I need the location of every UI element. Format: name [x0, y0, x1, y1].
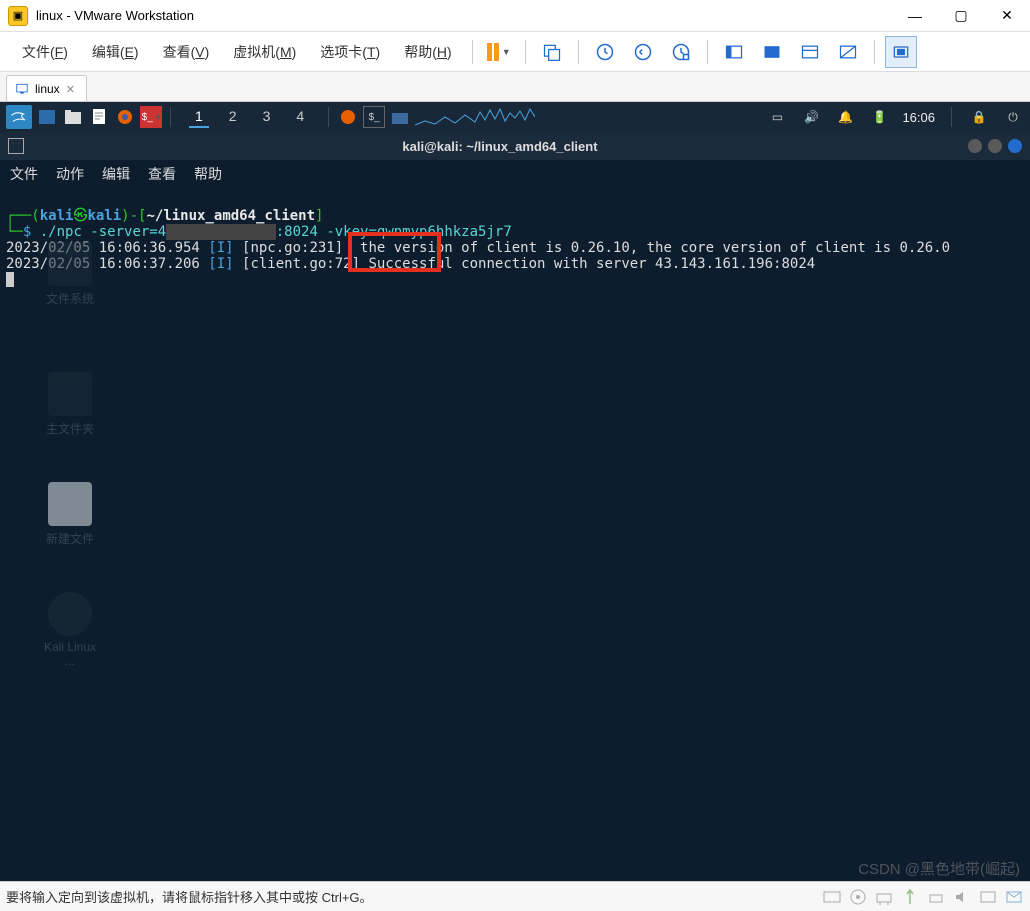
tab-linux[interactable]: linux ✕	[6, 75, 87, 101]
workspace-1[interactable]: 1	[189, 106, 209, 128]
sound-icon	[952, 888, 972, 906]
menu-tabs[interactable]: 选项卡(T)	[310, 38, 390, 66]
kali-dragon-icon	[10, 109, 28, 125]
term-menu-view[interactable]: 查看	[148, 164, 176, 184]
separator	[951, 107, 952, 127]
printer-icon	[926, 888, 946, 906]
terminal-menubar: 文件 动作 编辑 查看 帮助	[0, 160, 1030, 188]
snapshot-manager-button[interactable]	[665, 36, 697, 68]
disk-icon	[822, 888, 842, 906]
terminal-content[interactable]: ┌──(kali㉿kali)-[~/linux_amd64_client] └─…	[0, 188, 1030, 327]
separator	[525, 40, 526, 64]
terminal-task-button[interactable]: $_	[363, 106, 385, 128]
usb-icon	[900, 888, 920, 906]
menu-help[interactable]: 帮助(H)	[394, 38, 461, 66]
separator	[472, 40, 473, 64]
separator	[578, 40, 579, 64]
recording-icon[interactable]: ▭	[766, 106, 788, 128]
vmware-icon: ▣	[8, 6, 28, 26]
vm-display[interactable]: $_▾ 1 2 3 4 $_ ▭ 🔊 🔔 🔋 16:06 🔒 ⏻ k	[0, 102, 1030, 881]
kali-menu-button[interactable]	[6, 105, 32, 129]
file-manager-button[interactable]	[62, 106, 84, 128]
revert-snapshot-button[interactable]	[627, 36, 659, 68]
terminal-root-button[interactable]: $_▾	[140, 106, 162, 128]
unity-button[interactable]	[832, 36, 864, 68]
terminal-title: kali@kali: ~/linux_amd64_client	[32, 139, 968, 154]
menu-edit[interactable]: 编辑(E)	[82, 38, 149, 66]
console-view-button[interactable]	[718, 36, 750, 68]
tab-label: linux	[35, 82, 60, 96]
terminal-minimize-button[interactable]	[968, 139, 982, 153]
fullscreen-button[interactable]	[794, 36, 826, 68]
power-icon[interactable]: ⏻	[1002, 106, 1024, 128]
pause-vm-button[interactable]: ▼	[483, 36, 515, 68]
separator	[170, 107, 171, 127]
terminal-titlebar[interactable]: kali@kali: ~/linux_amd64_client	[0, 132, 1030, 160]
maximize-button[interactable]: ▢	[938, 0, 984, 32]
close-button[interactable]: ✕	[984, 0, 1030, 32]
files-task-button[interactable]	[389, 106, 411, 128]
window-title: linux - VMware Workstation	[36, 8, 892, 23]
pause-icon	[487, 43, 499, 61]
desktop-icon-home: 主文件夹	[40, 372, 100, 437]
separator	[874, 40, 875, 64]
show-desktop-button[interactable]	[36, 106, 58, 128]
thumbnail-view-button[interactable]	[756, 36, 788, 68]
vm-monitor-icon	[15, 82, 29, 96]
terminal-window: kali@kali: ~/linux_amd64_client 文件 动作 编辑…	[0, 132, 1030, 881]
terminal-icon	[8, 138, 24, 154]
notifications-icon[interactable]: 🔔	[834, 106, 856, 128]
cd-icon	[848, 888, 868, 906]
terminal-close-button[interactable]	[1008, 139, 1022, 153]
desktop-icon-kali: Kali Linux ...	[40, 592, 100, 668]
cursor	[6, 272, 14, 287]
highlight-box	[348, 232, 441, 272]
volume-icon[interactable]: 🔊	[800, 106, 822, 128]
chevron-down-icon: ▼	[502, 47, 511, 57]
menu-view[interactable]: 查看(V)	[153, 38, 220, 66]
statusbar-message: 要将输入定向到该虚拟机，请将鼠标指针移入其中或按 Ctrl+G。	[6, 887, 373, 906]
statusbar: 要将输入定向到该虚拟机，请将鼠标指针移入其中或按 Ctrl+G。	[0, 881, 1030, 911]
clock[interactable]: 16:06	[902, 110, 935, 125]
workspace-2[interactable]: 2	[223, 106, 243, 128]
lock-icon[interactable]: 🔒	[968, 106, 990, 128]
desktop-icon-newfile: 新建文件	[40, 482, 100, 547]
terminal-maximize-button[interactable]	[988, 139, 1002, 153]
firefox-task-button[interactable]	[337, 106, 359, 128]
separator	[328, 107, 329, 127]
screenshot-button[interactable]	[536, 36, 568, 68]
text-editor-button[interactable]	[88, 106, 110, 128]
term-menu-edit[interactable]: 编辑	[102, 164, 130, 184]
desktop-icon-trash: 文件系统	[40, 242, 100, 307]
titlebar: ▣ linux - VMware Workstation ― ▢ ✕	[0, 0, 1030, 32]
minimize-button[interactable]: ―	[892, 0, 938, 32]
separator	[707, 40, 708, 64]
workspace-switcher[interactable]: 1 2 3 4	[189, 106, 310, 128]
stretch-guest-button[interactable]	[885, 36, 917, 68]
workspace-4[interactable]: 4	[290, 106, 310, 128]
term-menu-file[interactable]: 文件	[10, 164, 38, 184]
menubar: 文件(F) 编辑(E) 查看(V) 虚拟机(M) 选项卡(T) 帮助(H) ▼	[0, 32, 1030, 72]
message-icon	[1004, 888, 1024, 906]
cpu-graph	[415, 107, 535, 127]
device-status-icons[interactable]	[822, 888, 1024, 906]
tab-close-button[interactable]: ✕	[66, 83, 78, 95]
firefox-button[interactable]	[114, 106, 136, 128]
battery-icon[interactable]: 🔋	[868, 106, 890, 128]
display-icon	[978, 888, 998, 906]
term-menu-help[interactable]: 帮助	[194, 164, 222, 184]
network-icon	[874, 888, 894, 906]
menu-vm[interactable]: 虚拟机(M)	[223, 38, 306, 66]
tabbar: linux ✕	[0, 72, 1030, 102]
term-menu-actions[interactable]: 动作	[56, 164, 84, 184]
kali-panel: $_▾ 1 2 3 4 $_ ▭ 🔊 🔔 🔋 16:06 🔒 ⏻	[0, 102, 1030, 132]
menu-file[interactable]: 文件(F)	[12, 38, 78, 66]
snapshot-button[interactable]	[589, 36, 621, 68]
workspace-3[interactable]: 3	[257, 106, 277, 128]
